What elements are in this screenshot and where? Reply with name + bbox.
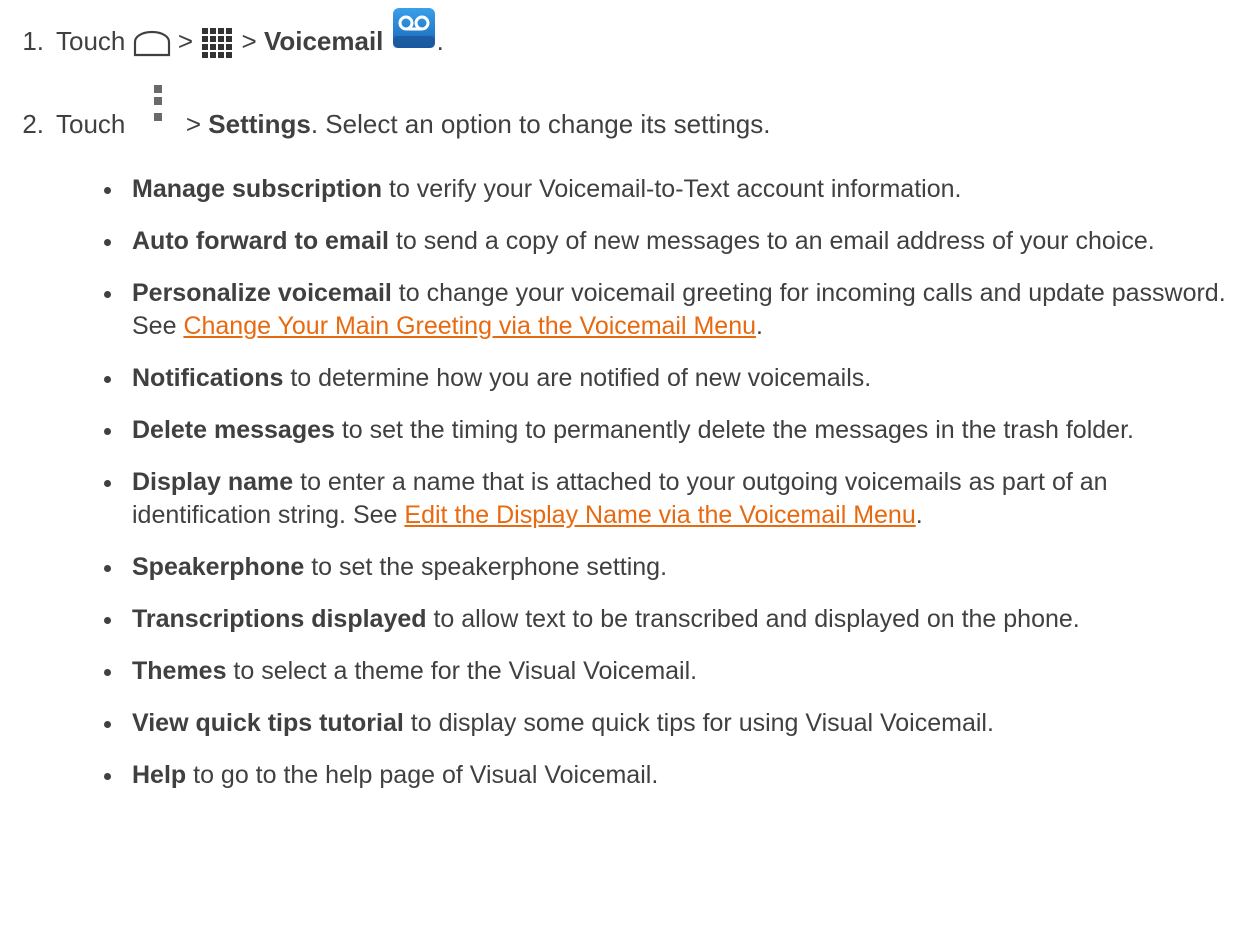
option-term: Help <box>132 761 187 789</box>
list-item: Display name to enter a name that is att… <box>104 466 1229 532</box>
list-item: Help to go to the help page of Visual Vo… <box>104 759 1229 792</box>
option-term: Display name <box>132 468 294 496</box>
option-term: Personalize voicemail <box>132 279 392 307</box>
list-item: Delete messages to set the timing to per… <box>104 414 1229 447</box>
list-item: Manage subscription to verify your Voice… <box>104 173 1229 206</box>
separator: > <box>185 109 202 139</box>
option-desc: to determine how you are notified of new… <box>283 364 872 392</box>
step-text-post: . Select an option to change its setting… <box>310 109 771 139</box>
step-text-pre: Touch <box>56 109 126 139</box>
option-after: . <box>915 501 923 529</box>
apps-grid-icon <box>200 26 234 60</box>
option-term: Delete messages <box>132 416 335 444</box>
list-item: Auto forward to email to send a copy of … <box>104 225 1229 258</box>
option-desc: to verify your Voicemail-to-Text account… <box>382 175 962 203</box>
option-term: Manage subscription <box>132 175 383 203</box>
list-item: Notifications to determine how you are n… <box>104 362 1229 395</box>
step-number: 1. <box>22 26 44 56</box>
option-desc: to allow text to be transcribed and disp… <box>426 605 1080 633</box>
option-desc: to go to the help page of Visual Voicema… <box>186 761 659 789</box>
list-item: Speakerphone to set the speakerphone set… <box>104 551 1229 584</box>
list-item: View quick tips tutorial to display some… <box>104 707 1229 740</box>
option-term: View quick tips tutorial <box>132 709 404 737</box>
option-after: . <box>756 312 763 340</box>
option-term: Notifications <box>132 364 284 392</box>
step-number: 2. <box>22 109 44 139</box>
menu-icon <box>151 83 165 131</box>
step-2: 2. Touch > Settings. Select an option to … <box>0 83 770 140</box>
edit-display-name-link[interactable]: Edit the Display Name via the Voicemail … <box>404 501 915 529</box>
option-term: Transcriptions displayed <box>132 605 427 633</box>
separator: > <box>177 26 194 56</box>
change-greeting-link[interactable]: Change Your Main Greeting via the Voicem… <box>183 312 756 340</box>
option-desc: to set the timing to permanently delete … <box>334 416 1134 444</box>
voicemail-app-icon <box>391 6 437 52</box>
step-bold-term: Settings <box>208 109 311 139</box>
list-item: Personalize voicemail to change your voi… <box>104 277 1229 343</box>
option-desc: to set the speakerphone setting. <box>304 553 668 581</box>
option-desc: to send a copy of new messages to an ema… <box>388 227 1155 255</box>
step-bold-term: Voicemail <box>263 26 384 56</box>
option-term: Themes <box>132 657 227 685</box>
option-desc: to select a theme for the Visual Voicema… <box>226 657 698 685</box>
option-term: Speakerphone <box>132 553 305 581</box>
step-1: 1. Touch > > Voicemail . <box>0 6 444 60</box>
option-term: Auto forward to email <box>132 227 389 255</box>
list-item: Themes to select a theme for the Visual … <box>104 655 1229 688</box>
home-icon <box>133 29 171 57</box>
step-text-pre: Touch <box>56 26 126 56</box>
list-item: Transcriptions displayed to allow text t… <box>104 603 1229 636</box>
option-desc: to display some quick tips for using Vis… <box>403 709 994 737</box>
step-text-post: . <box>436 26 444 56</box>
separator: > <box>241 26 257 56</box>
settings-options-list: Manage subscription to verify your Voice… <box>104 173 1229 811</box>
